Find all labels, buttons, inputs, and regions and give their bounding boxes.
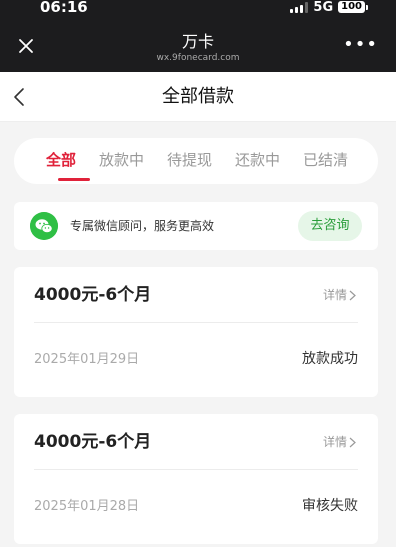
- webview-title-block: 万卡 wx.9fonecard.com: [0, 32, 396, 64]
- chevron-right-icon: [349, 437, 356, 447]
- loan-detail-label: 详情: [322, 435, 347, 449]
- tab-all[interactable]: 全部: [46, 150, 76, 170]
- divider: [34, 322, 358, 323]
- page-title: 全部借款: [162, 86, 234, 107]
- loan-status: 放款成功: [302, 351, 358, 367]
- network-label: 5G: [313, 0, 334, 15]
- webview-url: wx.9fonecard.com: [156, 53, 240, 63]
- loan-amount: 4000元-6个月: [34, 285, 152, 305]
- webview-title: 万卡: [181, 32, 214, 51]
- advisor-text: 专属微信顾问，服务更高效: [70, 219, 215, 233]
- tab-settled[interactable]: 已结清: [303, 150, 348, 170]
- loan-card[interactable]: 4000元-6个月 详情 2025年01月29日 放款成功: [14, 267, 378, 397]
- divider: [34, 469, 358, 470]
- wechat-advisor-banner: 专属微信顾问，服务更高效 去咨询: [14, 202, 378, 250]
- loan-detail-link[interactable]: 详情: [323, 433, 356, 451]
- status-indicators: 5G 100: [290, 0, 368, 15]
- loan-status: 审核失败: [302, 498, 358, 514]
- signal-icon: [290, 1, 309, 13]
- loan-detail-label: 详情: [322, 288, 347, 302]
- tab-disbursing[interactable]: 放款中: [99, 150, 144, 170]
- wechat-icon: [30, 212, 58, 240]
- consult-button[interactable]: 去咨询: [298, 211, 362, 241]
- tab-repaying[interactable]: 还款中: [235, 150, 280, 170]
- chevron-right-icon: [349, 290, 356, 300]
- status-bar: 06:16 5G 100: [0, 0, 396, 20]
- filter-tabs: 全部 放款中 待提现 还款中 已结清: [14, 138, 378, 184]
- loan-amount: 4000元-6个月: [34, 432, 152, 452]
- loan-detail-link[interactable]: 详情: [323, 286, 356, 304]
- battery-icon: 100: [338, 1, 368, 13]
- more-icon[interactable]: •••: [343, 36, 378, 54]
- webview-header: 万卡 wx.9fonecard.com •••: [0, 20, 396, 72]
- loan-date: 2025年01月29日: [34, 352, 140, 367]
- loan-date: 2025年01月28日: [34, 499, 140, 514]
- tab-pending-withdrawal[interactable]: 待提现: [167, 150, 212, 170]
- status-time: 06:16: [40, 0, 88, 16]
- page-header: 全部借款: [0, 72, 396, 122]
- loan-card[interactable]: 4000元-6个月 详情 2025年01月28日 审核失败: [14, 414, 378, 544]
- battery-level: 100: [338, 1, 365, 13]
- active-tab-indicator: [58, 178, 90, 181]
